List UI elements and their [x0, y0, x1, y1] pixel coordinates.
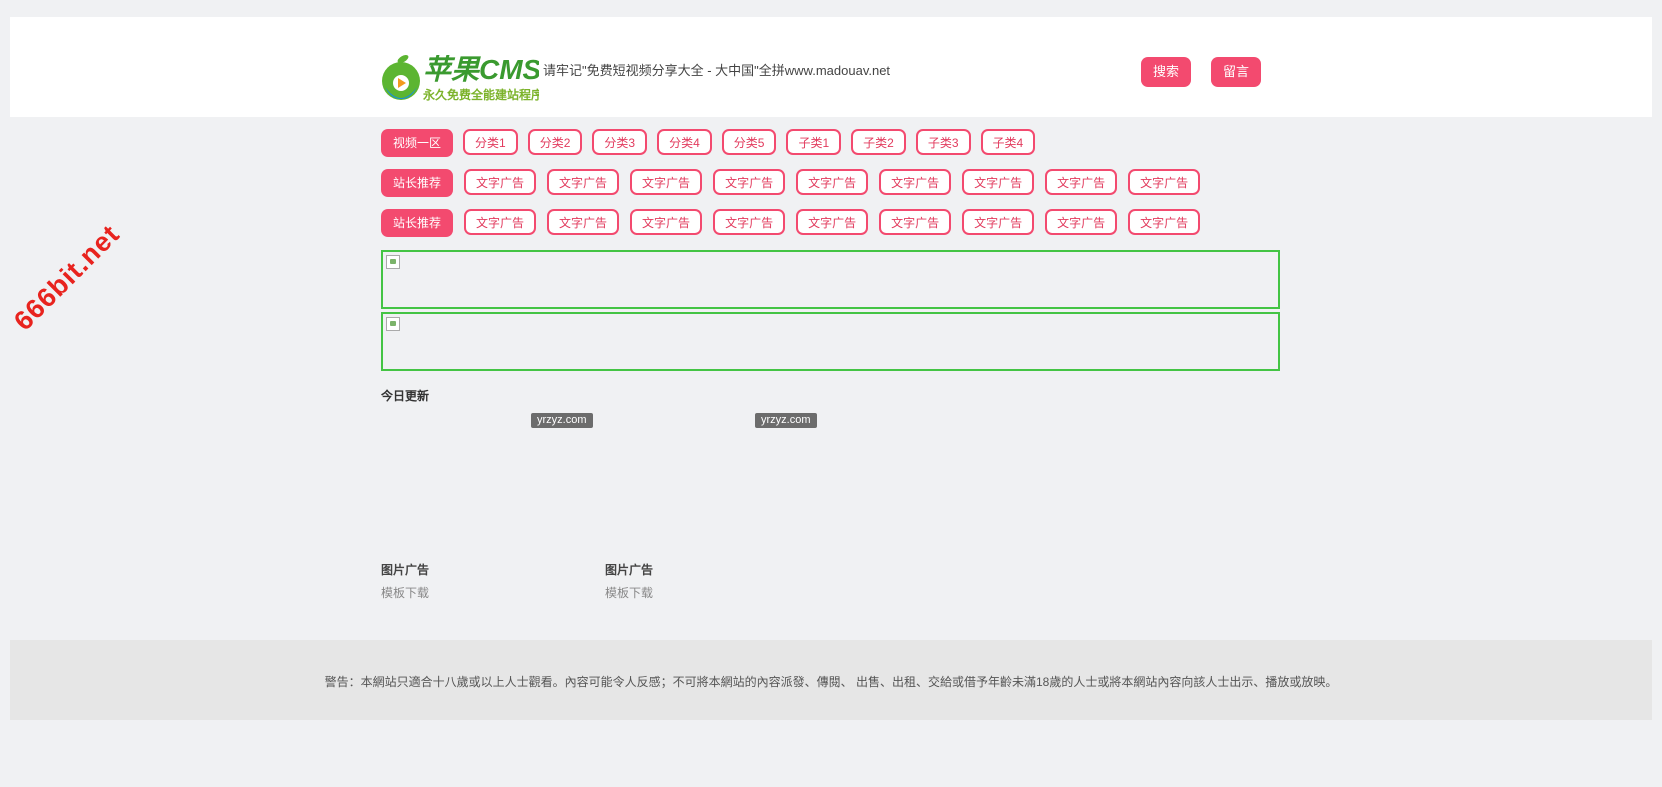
image-ad-title[interactable]: 图片广告 [381, 561, 429, 578]
broken-image-icon [386, 317, 400, 331]
category-5[interactable]: 分类5 [721, 129, 777, 155]
category-nav: 视频一区 分类1 分类2 分类3 分类4 分类5 子类1 子类2 子类3 子类4 [381, 129, 1036, 157]
subcategory-1[interactable]: 子类1 [786, 129, 842, 155]
category-4[interactable]: 分类4 [657, 129, 712, 155]
site-footer: 警告：本網站只適合十八歲或以上人士觀看。內容可能令人反感；不可將本網站的內容派發… [10, 640, 1652, 720]
text-ad-link[interactable]: 文字广告 [630, 209, 703, 235]
text-ad-link[interactable]: 文字广告 [464, 209, 537, 235]
logo-text: 苹果CMS [423, 54, 539, 85]
text-ad-link[interactable]: 文字广告 [630, 169, 703, 195]
text-ad-link[interactable]: 文字广告 [713, 209, 786, 235]
text-ad-link[interactable]: 文字广告 [547, 209, 620, 235]
subcategory-3[interactable]: 子类3 [915, 129, 971, 155]
logo-subtitle: 永久免费全能建站程序 [422, 87, 539, 102]
watermark-badge: yrzyz.com [531, 413, 593, 428]
subcategory-2[interactable]: 子类2 [851, 129, 906, 155]
text-ad-link[interactable]: 文字广告 [1045, 169, 1118, 195]
banner-ad-2[interactable] [381, 312, 1280, 371]
age-warning: 警告：本網站只適合十八歲或以上人士觀看。內容可能令人反感；不可將本網站的內容派發… [324, 675, 1338, 689]
text-ad-link[interactable]: 文字广告 [962, 169, 1035, 195]
template-download-link[interactable]: 模板下载 [605, 584, 653, 601]
message-button[interactable]: 留言 [1211, 57, 1262, 87]
text-ad-link[interactable]: 文字广告 [796, 209, 869, 235]
template-download-link[interactable]: 模板下载 [381, 584, 429, 601]
category-1[interactable]: 分类1 [463, 129, 518, 155]
text-ad-link[interactable]: 文字广告 [547, 169, 620, 195]
search-button[interactable]: 搜索 [1141, 57, 1192, 87]
text-ad-link[interactable]: 文字广告 [464, 169, 537, 195]
text-ad-link[interactable]: 文字广告 [1128, 209, 1201, 235]
text-ad-link[interactable]: 文字广告 [1128, 169, 1201, 195]
text-ad-link[interactable]: 文字广告 [796, 169, 869, 195]
category-2[interactable]: 分类2 [527, 129, 583, 155]
category-video-zone-1[interactable]: 视频一区 [381, 129, 454, 157]
broken-image-icon [386, 255, 400, 269]
watermark-badge: yrzyz.com [755, 413, 817, 428]
watermark-text: 666bit.net [8, 218, 126, 337]
subcategory-4[interactable]: 子类4 [980, 129, 1036, 155]
text-ad-link[interactable]: 文字广告 [879, 169, 952, 195]
site-slogan: 请牢记"免费短视频分享大全 - 大中国"全拼www.madouav.net [543, 63, 891, 78]
recommend-row-1: 站长推荐 文字广告 文字广告 文字广告 文字广告 文字广告 文字广告 文字广告 … [381, 169, 1201, 197]
text-ad-link[interactable]: 文字广告 [962, 209, 1035, 235]
text-ad-link[interactable]: 文字广告 [713, 169, 786, 195]
image-ad-title[interactable]: 图片广告 [605, 561, 653, 578]
recommend-row-2: 站长推荐 文字广告 文字广告 文字广告 文字广告 文字广告 文字广告 文字广告 … [381, 209, 1201, 237]
recommend-label[interactable]: 站长推荐 [381, 209, 454, 237]
recommend-label[interactable]: 站长推荐 [381, 169, 454, 197]
text-ad-link[interactable]: 文字广告 [879, 209, 952, 235]
today-updates-title: 今日更新 [381, 389, 430, 403]
text-ad-link[interactable]: 文字广告 [1045, 209, 1118, 235]
site-logo[interactable]: 苹果CMS 永久免费全能建站程序 [381, 49, 539, 107]
apple-icon [382, 55, 420, 100]
category-3[interactable]: 分类3 [592, 129, 648, 155]
banner-ad-1[interactable] [381, 250, 1280, 309]
